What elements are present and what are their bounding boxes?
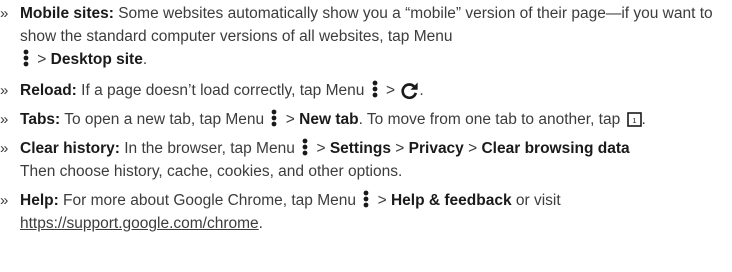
menu-dots-icon (301, 138, 309, 156)
reload-icon (400, 81, 419, 100)
tip-text: . To move from one tab to another, tap (358, 111, 625, 128)
privacy-label: Privacy (408, 140, 464, 157)
tip-title: Reload: (20, 82, 77, 99)
tip-reload: » Reload: If a page doesn’t load correct… (0, 79, 732, 102)
help-page: » Mobile sites: Some websites automatica… (0, 0, 732, 272)
menu-dots-icon (22, 49, 30, 67)
period: . (258, 215, 263, 232)
period: . (641, 111, 646, 128)
support-link[interactable]: https://support.google.com/chrome (20, 215, 259, 232)
bullet-marker: » (0, 111, 9, 128)
tip-clear-history: » Clear history: In the browser, tap Men… (0, 137, 732, 183)
help-feedback-label: Help & feedback (390, 192, 512, 209)
bullet-marker: » (0, 192, 9, 209)
period: . (419, 82, 424, 99)
bullet-marker: » (0, 82, 9, 99)
tab-count: 1 (632, 116, 636, 125)
separator: > (281, 111, 300, 128)
bullet-marker: » (0, 140, 9, 157)
bullet-marker: » (0, 5, 9, 22)
tip-title: Mobile sites: (20, 5, 114, 22)
tip-text: To open a new tab, tap Menu (60, 111, 269, 128)
tip-text: If a page doesn’t load correctly, tap Me… (76, 82, 369, 99)
menu-dots-icon (362, 190, 370, 208)
tip-title: Tabs: (20, 111, 61, 128)
tip-mobile-sites: » Mobile sites: Some websites automatica… (0, 2, 732, 71)
menu-dots-icon (270, 109, 278, 127)
tip-text: Some websites automatically show you a “… (20, 5, 713, 45)
tip-text: For more about Google Chrome, tap Menu (58, 192, 361, 209)
clear-browsing-data-label: Clear browsing data (481, 140, 630, 157)
tips-list: » Mobile sites: Some websites automatica… (0, 0, 732, 235)
new-tab-label: New tab (299, 111, 359, 128)
separator: > (463, 140, 482, 157)
tip-tabs: » Tabs: To open a new tab, tap Menu > Ne… (0, 108, 732, 131)
menu-dots-icon (371, 80, 379, 98)
tip-text: Then choose history, cache, cookies, and… (20, 163, 403, 180)
separator: > (373, 192, 391, 209)
separator: > (312, 140, 330, 157)
tab-switcher-icon: 1 (626, 111, 642, 127)
separator: > (33, 51, 51, 68)
desktop-site-label: Desktop site (50, 51, 143, 68)
separator: > (390, 140, 409, 157)
tip-title: Help: (20, 192, 59, 209)
tip-title: Clear history: (20, 140, 120, 157)
tip-text: In the browser, tap Menu (119, 140, 300, 157)
separator: > (381, 82, 400, 99)
period: . (142, 51, 148, 68)
settings-label: Settings (329, 140, 391, 157)
tip-help: » Help: For more about Google Chrome, ta… (0, 189, 732, 235)
tip-text: or visit (511, 192, 561, 209)
